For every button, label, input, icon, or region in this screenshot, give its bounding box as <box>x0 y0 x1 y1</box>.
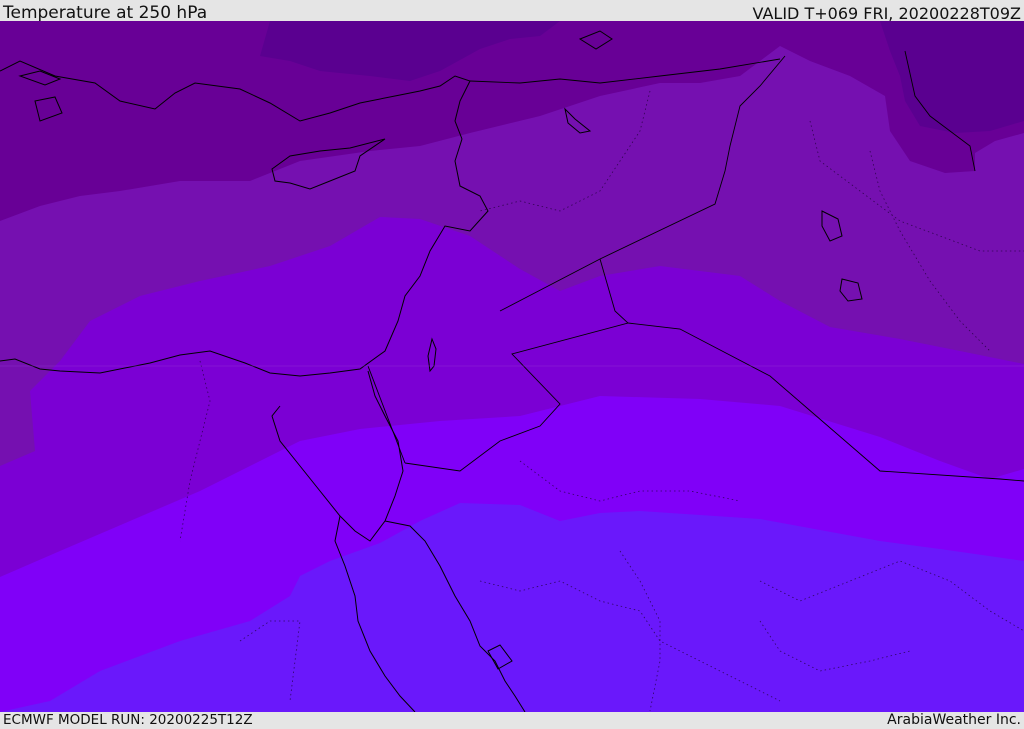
header-bar: Temperature at 250 hPa VALID T+069 FRI, … <box>0 0 1024 23</box>
map-frame: Temperature at 250 hPa VALID T+069 FRI, … <box>0 0 1024 729</box>
credit-text: ArabiaWeather Inc. <box>887 712 1021 728</box>
temperature-map <box>0 21 1024 712</box>
footer-bar: ECMWF MODEL RUN: 20200225T12Z ArabiaWeat… <box>0 712 1024 729</box>
map-title: Temperature at 250 hPa <box>3 3 208 23</box>
model-run: ECMWF MODEL RUN: 20200225T12Z <box>3 712 253 728</box>
